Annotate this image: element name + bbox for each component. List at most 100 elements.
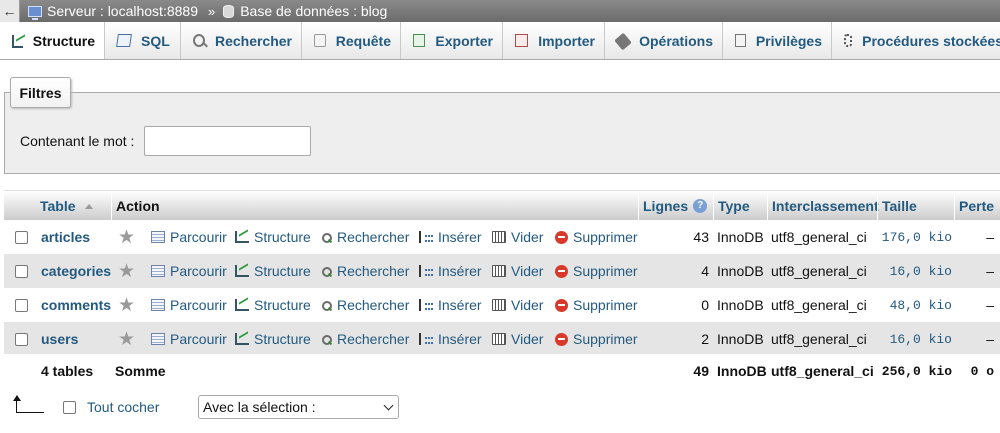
search-link[interactable]: Rechercher — [320, 322, 409, 356]
insert-link[interactable]: Insérer — [419, 254, 482, 288]
table-name-link[interactable]: comments — [41, 288, 111, 322]
summary-count: 4 tables — [41, 363, 94, 379]
breadcrumb-database[interactable]: Base de données : blog — [223, 3, 387, 19]
tab-export[interactable]: Exporter — [401, 22, 503, 59]
drop-link[interactable]: Supprimer — [555, 322, 638, 356]
browse-link[interactable]: Parcourir — [151, 254, 227, 288]
routines-icon — [844, 34, 853, 47]
table-name-link[interactable]: categories — [41, 254, 111, 288]
insert-icon — [419, 333, 433, 345]
summary-collation: utf8_general_ci — [771, 363, 874, 379]
header-size[interactable]: Taille — [877, 191, 954, 221]
with-selected-select[interactable]: Avec la sélection : — [198, 395, 399, 419]
row-count: 43 — [693, 229, 709, 245]
empty-link[interactable]: Vider — [492, 254, 543, 288]
structure-link[interactable]: Structure — [235, 254, 311, 288]
header-table[interactable]: Table — [36, 191, 112, 221]
favorite-star-icon[interactable]: ★ — [118, 322, 135, 356]
summary-overhead: 0 o — [970, 363, 994, 379]
collation-value: utf8_general_ci — [771, 263, 867, 279]
breadcrumb-database-label[interactable]: Base de données : blog — [240, 3, 387, 19]
table-name-link[interactable]: articles — [41, 220, 90, 254]
tab-privileges-label: Privilèges — [755, 32, 822, 49]
search-label: Rechercher — [337, 331, 410, 347]
check-all-label[interactable]: Tout cocher — [87, 399, 159, 415]
browse-link[interactable]: Parcourir — [151, 288, 227, 322]
database-icon — [223, 4, 235, 18]
empty-link[interactable]: Vider — [492, 288, 543, 322]
browse-link[interactable]: Parcourir — [151, 322, 227, 356]
empty-link[interactable]: Vider — [492, 220, 543, 254]
search-icon — [320, 300, 332, 311]
structure-link[interactable]: Structure — [235, 288, 311, 322]
browse-icon — [151, 333, 165, 345]
insert-link[interactable]: Insérer — [419, 288, 482, 322]
favorite-star-icon[interactable]: ★ — [118, 220, 135, 254]
header-collation[interactable]: Interclassement — [767, 191, 879, 221]
structure-icon — [235, 299, 249, 311]
search-link[interactable]: Rechercher — [320, 254, 409, 288]
back-arrow-icon[interactable]: ← — [0, 0, 20, 22]
drop-link[interactable]: Supprimer — [555, 220, 638, 254]
structure-icon — [12, 34, 23, 48]
engine-type: InnoDB — [717, 297, 764, 313]
tab-search[interactable]: Rechercher — [181, 22, 302, 59]
row-checkbox[interactable] — [15, 298, 28, 312]
structure-link[interactable]: Structure — [235, 322, 311, 356]
sort-asc-icon — [84, 203, 93, 209]
row-checkbox[interactable] — [15, 264, 28, 278]
header-rows[interactable]: Lignes ? — [638, 191, 713, 221]
structure-label: Structure — [254, 263, 311, 279]
tab-sql[interactable]: SQL — [105, 22, 181, 59]
overhead-value: – — [986, 263, 994, 279]
tab-routines[interactable]: Procédures stockées — [832, 22, 1000, 59]
favorite-star-icon[interactable]: ★ — [118, 254, 135, 288]
breadcrumb-server-label[interactable]: Serveur : localhost:8889 — [47, 3, 198, 19]
row-checkbox[interactable] — [15, 230, 28, 244]
insert-link[interactable]: Insérer — [419, 220, 482, 254]
table-row: users ★ Parcourir Structure Rechercher Insére… — [4, 322, 1000, 356]
empty-label: Vider — [511, 263, 544, 279]
check-all-checkbox[interactable] — [63, 401, 76, 414]
row-checkbox[interactable] — [15, 332, 28, 346]
search-link[interactable]: Rechercher — [320, 288, 409, 322]
tab-query[interactable]: Requête — [302, 22, 401, 59]
server-icon — [28, 5, 42, 20]
drop-link[interactable]: Supprimer — [555, 288, 638, 322]
table-name-link[interactable]: users — [41, 322, 78, 356]
browse-icon — [151, 299, 165, 311]
breadcrumb: ← Serveur : localhost:8889 » Base de don… — [0, 0, 1000, 22]
header-overhead[interactable]: Perte — [954, 191, 1000, 221]
browse-link[interactable]: Parcourir — [151, 220, 227, 254]
size-value[interactable]: 48,0 kio — [874, 288, 952, 322]
structure-icon — [235, 333, 249, 345]
insert-label: Insérer — [438, 263, 482, 279]
filter-input[interactable] — [144, 126, 311, 156]
engine-type: InnoDB — [717, 229, 764, 245]
header-type[interactable]: Type — [713, 191, 767, 221]
search-link[interactable]: Rechercher — [320, 220, 409, 254]
size-value[interactable]: 16,0 kio — [874, 322, 952, 356]
browse-label: Parcourir — [170, 263, 227, 279]
favorite-star-icon[interactable]: ★ — [118, 288, 135, 322]
tab-structure[interactable]: Structure — [0, 22, 105, 59]
table-row: articles ★ Parcourir Structure Rechercher Ins… — [4, 220, 1000, 254]
size-value[interactable]: 16,0 kio — [874, 254, 952, 288]
structure-link[interactable]: Structure — [235, 220, 311, 254]
empty-link[interactable]: Vider — [492, 322, 543, 356]
empty-icon — [492, 299, 506, 311]
insert-label: Insérer — [438, 297, 482, 313]
structure-icon — [235, 231, 249, 243]
insert-link[interactable]: Insérer — [419, 322, 482, 356]
breadcrumb-server[interactable]: Serveur : localhost:8889 — [28, 3, 198, 20]
tab-privileges[interactable]: Privilèges — [723, 22, 832, 59]
drop-link[interactable]: Supprimer — [555, 254, 638, 288]
empty-label: Vider — [511, 229, 544, 245]
table-header: Table Action Lignes ? Type Interclasseme… — [4, 190, 1000, 221]
query-icon — [314, 34, 326, 47]
size-value[interactable]: 176,0 kio — [874, 220, 952, 254]
tab-operations[interactable]: Opérations — [605, 22, 723, 59]
wrench-icon — [614, 32, 632, 51]
tab-import[interactable]: Importer — [503, 22, 605, 59]
help-icon[interactable]: ? — [693, 199, 708, 213]
